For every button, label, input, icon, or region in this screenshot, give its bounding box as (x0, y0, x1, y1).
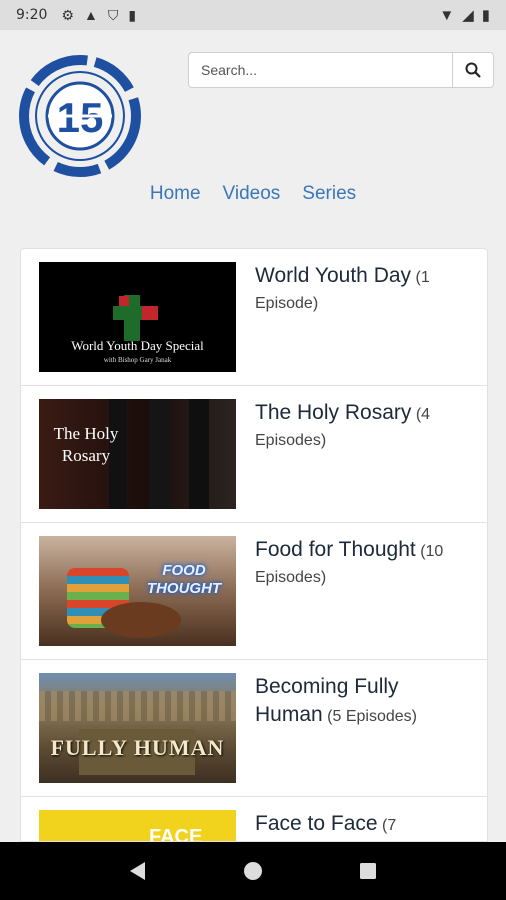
series-title[interactable]: Food for Thought (255, 538, 416, 561)
thumbnail-subcaption: with Bishop Gary Janak (103, 356, 172, 364)
back-icon[interactable] (127, 860, 149, 882)
wifi-icon: ▼ (439, 6, 455, 24)
battery-icon: ▮ (481, 7, 490, 24)
list-item[interactable]: FOOD THOUGHT Food for Thought (10 Episod… (21, 523, 487, 660)
home-icon[interactable] (242, 860, 264, 882)
series-list: World Youth Day Special with Bishop Gary… (20, 248, 488, 842)
nav-videos[interactable]: Videos (223, 183, 281, 205)
thumbnail-caption: FOOD THOUGHT (146, 562, 222, 597)
series-info: The Holy Rosary (4 Episodes) (255, 399, 469, 509)
series-title[interactable]: Face to Face (255, 812, 378, 835)
search-input[interactable] (188, 52, 452, 88)
list-item[interactable]: FULLY HUMAN Becoming Fully Human (5 Epis… (21, 660, 487, 797)
episode-count: (5 Episodes) (327, 708, 417, 725)
shield-icon: ⛉ (107, 6, 119, 23)
series-info: World Youth Day (1 Episode) (255, 262, 469, 372)
list-item[interactable]: World Youth Day Special with Bishop Gary… (21, 249, 487, 386)
search-bar (188, 52, 494, 88)
nav-home[interactable]: Home (150, 183, 201, 205)
thumbnail-caption: FULLY HUMAN (50, 735, 225, 760)
series-thumbnail[interactable]: The Holy Rosary (39, 399, 236, 509)
header: 15 Home Videos Series (0, 30, 506, 230)
alert-icon: ▲ (84, 7, 98, 23)
thumbnail-caption: The Holy Rosary (53, 424, 119, 465)
channel-logo[interactable]: 15 (18, 50, 152, 184)
series-thumbnail[interactable]: FACE (39, 810, 236, 842)
thumbnail-caption: FACE (149, 826, 203, 842)
list-item[interactable]: The Holy Rosary The Holy Rosary (4 Episo… (21, 386, 487, 523)
status-time: 9:20 (16, 7, 48, 23)
sd-card-icon: ▮ (128, 6, 137, 23)
series-info: Becoming Fully Human (5 Episodes) (255, 673, 469, 783)
series-title[interactable]: The Holy Rosary (255, 401, 411, 424)
nav-series[interactable]: Series (302, 183, 356, 205)
recents-icon[interactable] (357, 860, 379, 882)
search-button[interactable] (452, 52, 494, 88)
series-info: Food for Thought (10 Episodes) (255, 536, 469, 646)
status-bar: 9:20 ⚙ ▲ ⛉ ▮ ▼ ◢ ▮ (0, 0, 506, 30)
search-icon (465, 62, 481, 78)
settings-icon: ⚙ (61, 6, 75, 23)
main-nav: Home Videos Series (0, 183, 506, 205)
thumbnail-caption: World Youth Day Special (71, 338, 204, 353)
signal-icon: ◢ (462, 7, 474, 24)
series-thumbnail[interactable]: FULLY HUMAN (39, 673, 236, 783)
series-info: Face to Face (7 Episodes) (255, 810, 469, 841)
list-item[interactable]: FACE Face to Face (7 Episodes) (21, 797, 487, 842)
system-nav-bar (0, 842, 506, 900)
series-title[interactable]: World Youth Day (255, 264, 411, 287)
series-thumbnail[interactable]: FOOD THOUGHT (39, 536, 236, 646)
series-thumbnail[interactable]: World Youth Day Special with Bishop Gary… (39, 262, 236, 372)
